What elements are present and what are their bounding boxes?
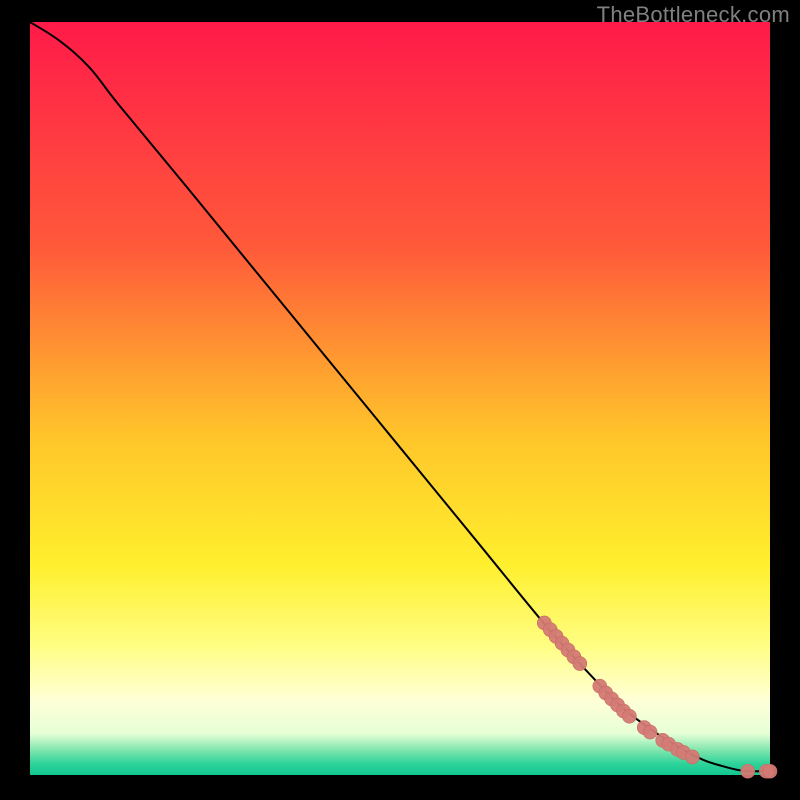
data-marker: [685, 750, 699, 764]
watermark-text: TheBottleneck.com: [597, 2, 790, 28]
data-marker: [622, 709, 636, 723]
data-marker: [573, 657, 587, 671]
data-marker: [643, 725, 657, 739]
chart-svg: [30, 22, 770, 775]
gradient-background: [30, 22, 770, 775]
chart-plot: [30, 22, 770, 775]
data-marker: [763, 764, 777, 778]
stage: TheBottleneck.com: [0, 0, 800, 800]
data-marker: [741, 764, 755, 778]
